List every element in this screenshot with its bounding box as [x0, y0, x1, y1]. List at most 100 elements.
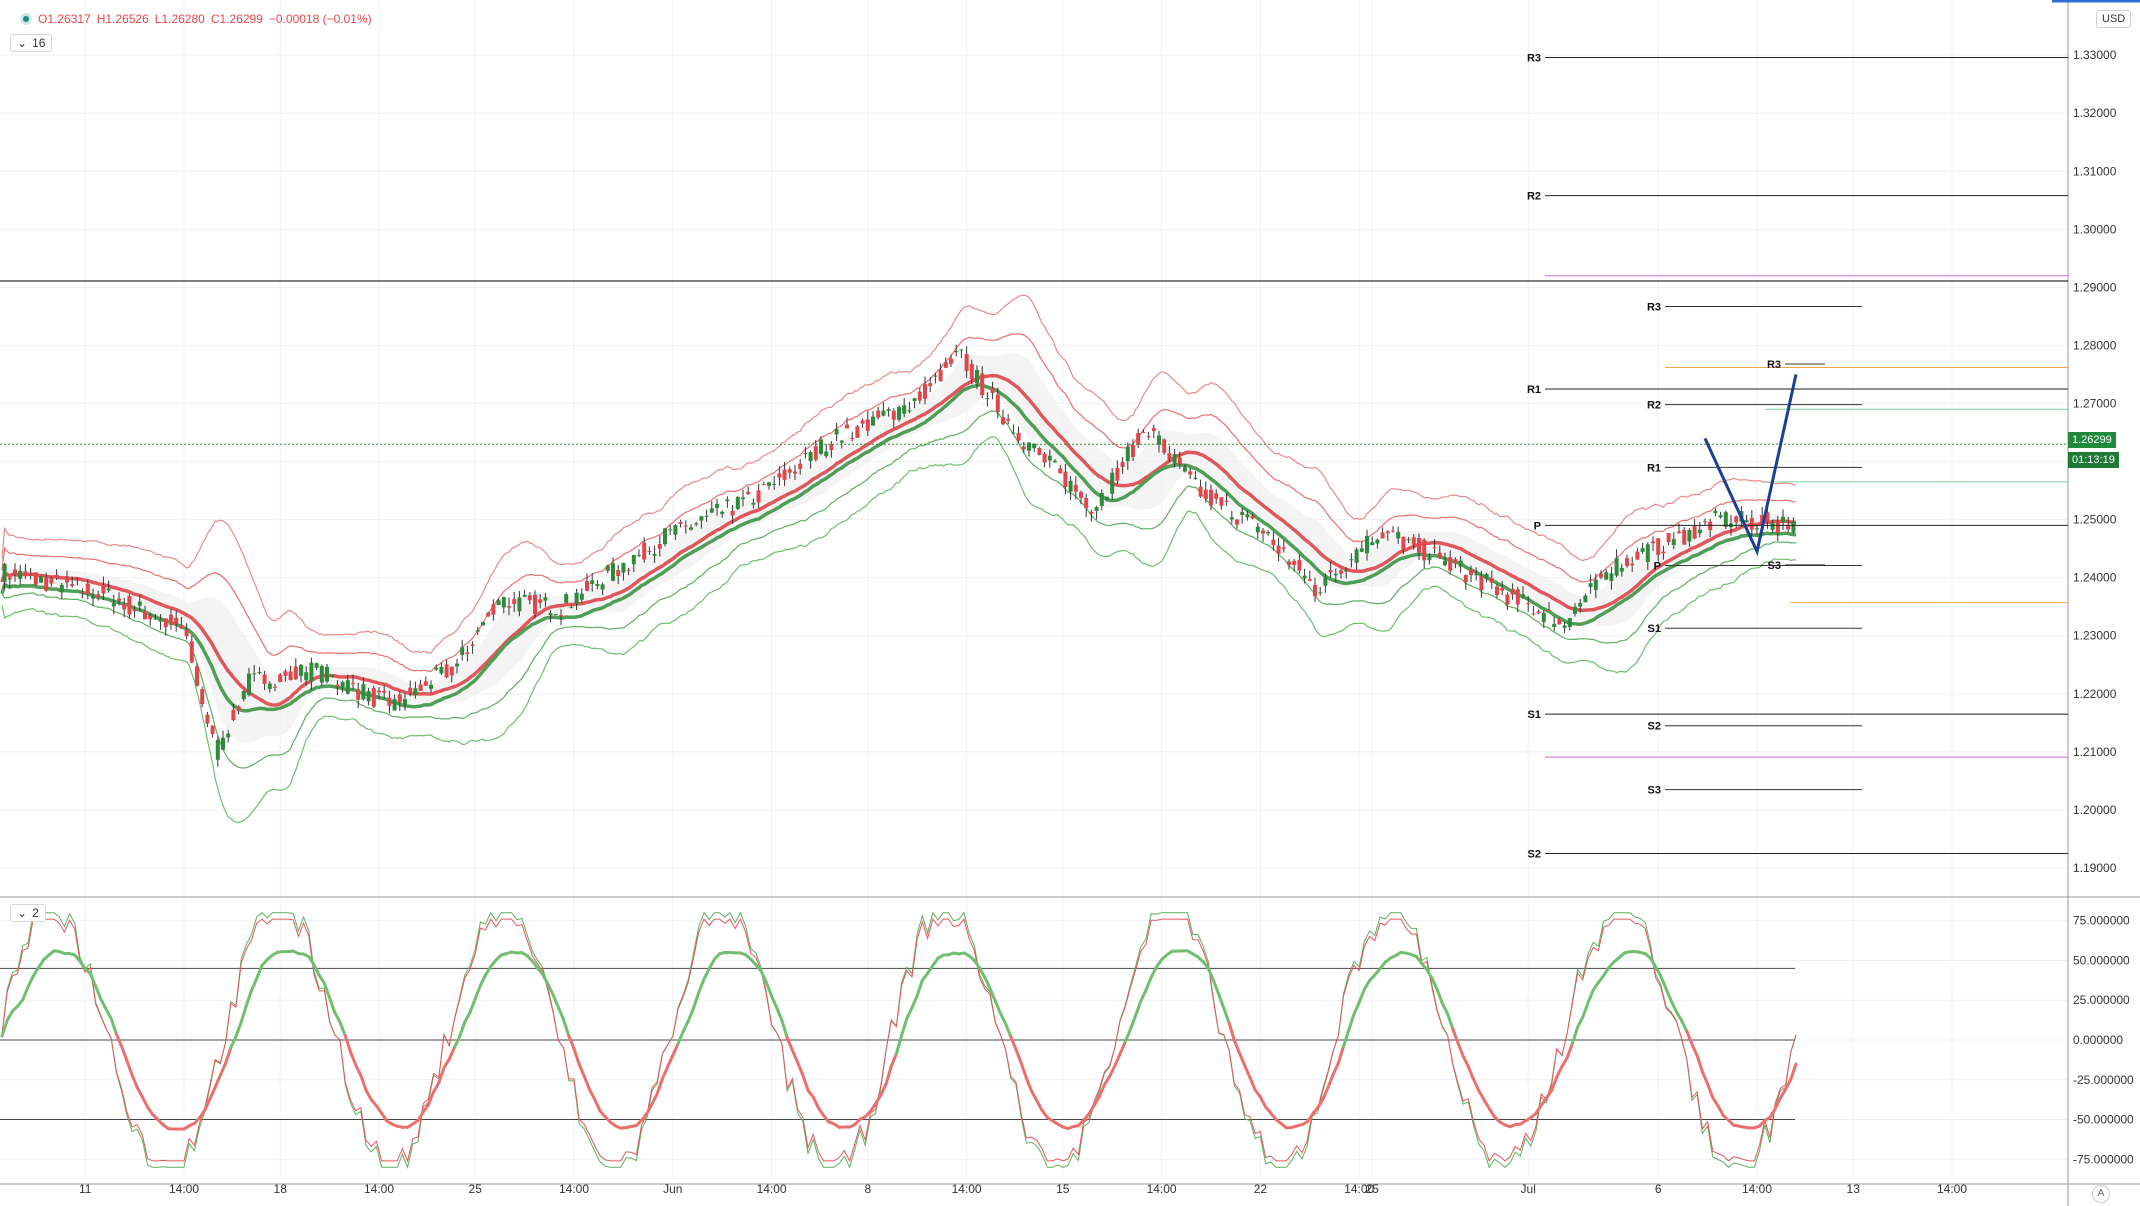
candle-down — [1115, 467, 1120, 481]
candle-up — [1354, 549, 1359, 563]
rsi-smoothed-segment — [796, 1061, 805, 1077]
rsi-smoothed-segment — [894, 1033, 904, 1056]
rsi-smoothed-segment — [468, 997, 477, 1014]
y-tick-label: 1.21000 — [2073, 745, 2117, 759]
candle-down — [122, 603, 127, 610]
candle-down — [1016, 432, 1021, 441]
rsi-smoothed-segment — [671, 1042, 680, 1057]
monthly-pivot-label: S1 — [1528, 709, 1541, 721]
candle-down — [1734, 516, 1739, 523]
candle-down — [782, 469, 787, 480]
candle-up — [897, 407, 901, 420]
candle-down — [418, 684, 423, 691]
candle-down — [1661, 551, 1666, 554]
rsi-smoothed-segment — [452, 1035, 462, 1049]
candle-down — [938, 369, 943, 382]
rsi-smoothed-segment — [1674, 1010, 1684, 1023]
candle-up — [252, 673, 257, 675]
rsi-smoothed-segment — [239, 1003, 248, 1024]
auto-scale-button[interactable]: A — [2092, 1185, 2110, 1203]
candle-up — [1406, 539, 1411, 541]
candle-down — [1146, 436, 1151, 438]
candle-up — [1266, 531, 1271, 534]
rsi-smoothed-segment — [1258, 1095, 1268, 1109]
rsi-smoothed-segment — [551, 993, 560, 1010]
rsi-smoothed-segment — [224, 1046, 233, 1065]
rsi-smoothed-segment — [109, 1017, 118, 1036]
chart-canvas[interactable]: 11 14:00 18 14:00 25 14:00 Jun 14:00 8 14:00 15 14:… — [0, 0, 2140, 1206]
candle-down — [179, 624, 184, 629]
candle-up — [496, 600, 501, 605]
y-tick-label: 1.27000 — [2073, 397, 2117, 411]
rsi-smoothed-segment — [780, 1019, 789, 1040]
rsi-smoothed-segment — [998, 1011, 1008, 1026]
candle-up — [767, 482, 771, 486]
candle-up — [1193, 477, 1198, 479]
rsi-smoothed-segment — [562, 1018, 571, 1038]
rsi-smoothed-segment — [1451, 1027, 1460, 1045]
candle-up — [834, 429, 839, 435]
candle-down — [1328, 570, 1333, 573]
candle-down — [642, 542, 647, 560]
candle-up — [1614, 557, 1619, 576]
rsi-smoothed-segment — [801, 1073, 810, 1092]
candle-up — [361, 684, 366, 700]
candle-up — [1604, 572, 1609, 580]
rsi-smoothed-segment — [1004, 1022, 1013, 1039]
candle-down — [1198, 486, 1203, 497]
y-tick-label: 1.31000 — [2073, 164, 2117, 178]
main-indicators-toggle[interactable]: ⌄ 16 — [10, 34, 53, 52]
osc-y-tick-label: 0.000000 — [2073, 1033, 2123, 1047]
y-tick-label: 1.20000 — [2073, 803, 2117, 817]
candle-up — [241, 691, 246, 700]
rsi-smoothed-segment — [478, 973, 488, 987]
candle-up — [517, 597, 522, 612]
candle-down — [65, 577, 69, 583]
candle-down — [1495, 586, 1499, 596]
candle-up — [605, 565, 610, 571]
candle-up — [985, 398, 990, 400]
rsi-smoothed-segment — [681, 1019, 690, 1033]
candle-down — [538, 599, 543, 603]
candle-down — [1063, 471, 1068, 488]
currency-badge[interactable]: USD — [2096, 10, 2132, 28]
candle-up — [1255, 526, 1260, 533]
candle-down — [787, 469, 792, 473]
candle-down — [387, 697, 392, 706]
candle-up — [741, 497, 745, 500]
candle-up — [595, 584, 600, 587]
sub-indicators-toggle[interactable]: ⌄ 2 — [10, 904, 46, 922]
rsi-smoothed-segment — [915, 978, 924, 998]
candle-up — [39, 576, 43, 583]
candle-up — [907, 410, 912, 412]
candle-up — [1687, 530, 1692, 542]
candle-down — [1287, 561, 1291, 566]
candle-up — [1011, 432, 1016, 434]
candle-down — [647, 550, 652, 552]
candle-down — [1177, 457, 1182, 465]
candle-up — [543, 597, 548, 601]
rsi-smoothed-segment — [811, 1095, 820, 1110]
rsi-smoothed-segment — [593, 1098, 602, 1113]
candle-down — [1599, 573, 1603, 578]
candle-up — [1609, 573, 1614, 581]
candle-down — [1677, 531, 1681, 533]
candle-up — [1781, 516, 1785, 523]
candle-up — [1718, 515, 1723, 518]
candle-down — [616, 569, 621, 577]
rsi-smoothed-segment — [1472, 1078, 1481, 1093]
candle-down — [777, 473, 782, 478]
rsi-smoothed-segment — [1482, 1098, 1491, 1111]
candle-up — [1125, 446, 1130, 462]
candle-up — [1229, 517, 1234, 520]
rsi-smoothed-segment — [244, 988, 254, 1007]
candle-down — [85, 583, 90, 595]
rsi-smoothed-segment — [1560, 1056, 1569, 1069]
candle-down — [1749, 518, 1754, 530]
candle-down — [678, 521, 683, 524]
candle-down — [1510, 588, 1515, 595]
candle-down — [293, 666, 298, 680]
candle-down — [13, 569, 17, 575]
candle-down — [101, 585, 106, 594]
candle-down — [917, 391, 922, 401]
